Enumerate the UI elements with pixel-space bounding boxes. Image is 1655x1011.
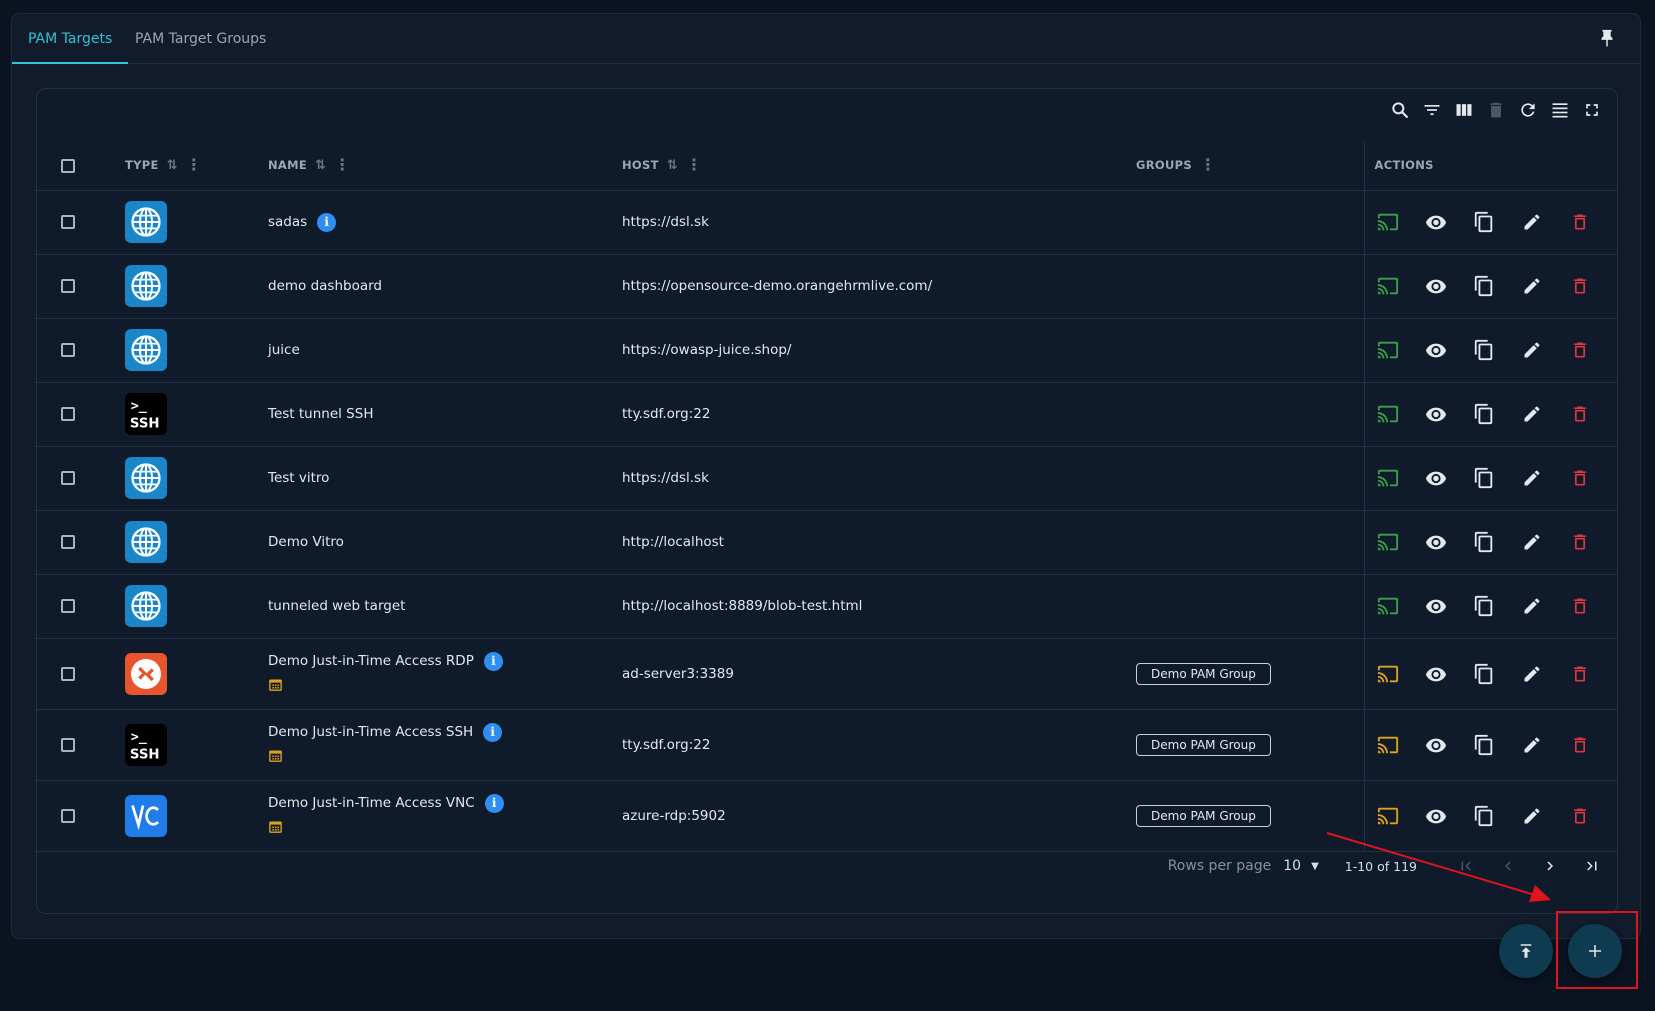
annotation-highlight-box	[1556, 911, 1638, 989]
annotation-arrow	[1326, 832, 1551, 902]
scroll-to-top-button[interactable]	[1499, 924, 1553, 978]
